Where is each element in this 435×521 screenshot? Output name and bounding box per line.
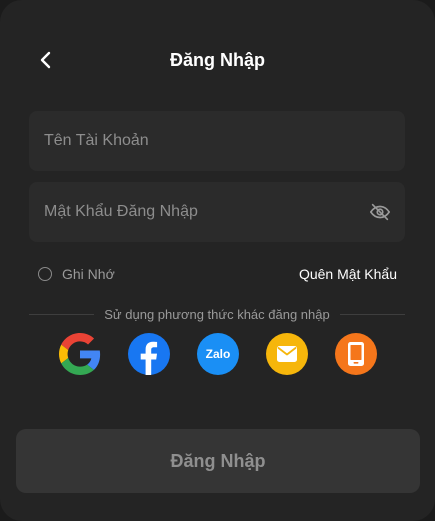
username-input[interactable] [29,111,405,171]
remember-me-checkbox[interactable]: Ghi Nhớ [38,264,115,284]
social-login-row: Zalo [0,333,435,375]
page-title: Đăng Nhập [169,50,265,70]
forgot-password-link[interactable]: Quên Mật Khẩu [299,264,397,284]
header: Đăng Nhập [0,40,435,80]
password-input[interactable] [29,182,405,242]
eye-off-icon [370,203,390,221]
phone-icon [348,342,364,366]
phone-login-button[interactable] [335,333,377,375]
social-divider: Sử dụng phương thức khác đăng nhập [29,304,405,324]
login-panel: Đăng Nhập Ghi Nhớ Quên Mật Khẩu Sử dụng … [0,0,435,521]
login-button[interactable]: Đăng Nhập [16,429,420,493]
password-field[interactable] [29,182,405,242]
username-field[interactable] [29,111,405,171]
divider-text: Sử dụng phương thức khác đăng nhập [104,306,330,322]
toggle-password-visibility-button[interactable] [369,201,391,223]
google-login-button[interactable] [59,333,101,375]
google-icon [59,333,101,375]
zalo-login-button[interactable]: Zalo [197,333,239,375]
facebook-icon [140,341,158,375]
zalo-icon: Zalo [205,347,231,361]
remember-radio[interactable] [38,267,52,281]
email-icon [277,346,297,362]
remember-label: Ghi Nhớ [62,266,115,282]
divider-line-right [339,313,405,315]
facebook-login-button[interactable] [128,333,170,375]
divider-line-left [29,313,95,315]
email-login-button[interactable] [266,333,308,375]
